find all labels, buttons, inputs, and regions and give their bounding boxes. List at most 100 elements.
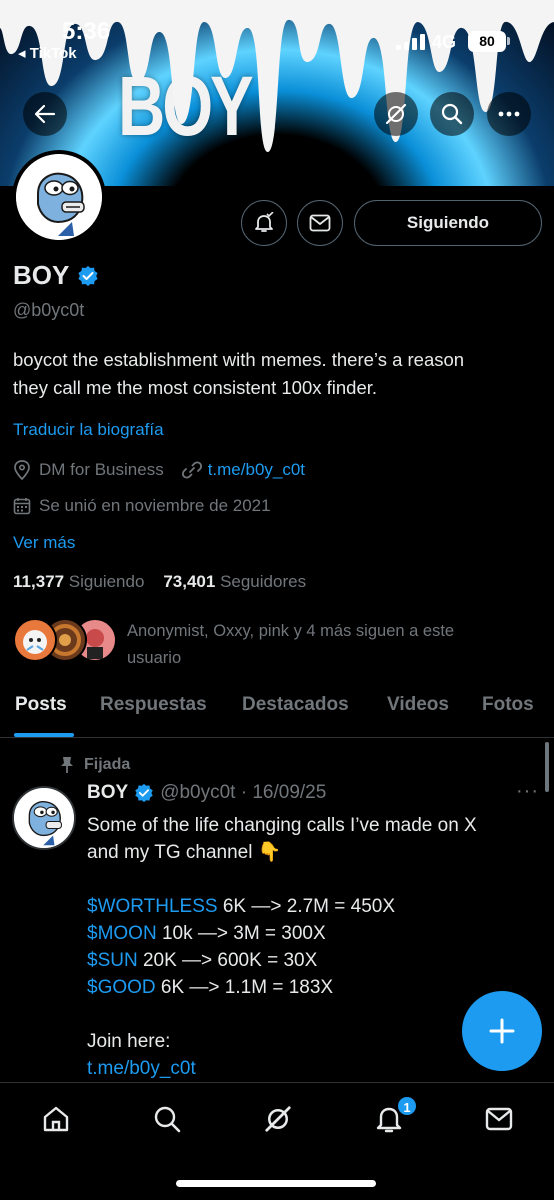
search-icon (154, 1106, 181, 1133)
tab-photos[interactable]: Fotos (482, 694, 534, 716)
post-more-button[interactable]: ··· (516, 780, 539, 803)
profile-bio: boycot the establishment with memes. the… (13, 346, 543, 402)
post-author-avatar[interactable] (12, 786, 76, 850)
follower-avatar-art (23, 630, 47, 654)
active-tab-indicator (14, 733, 74, 737)
profile-meta-row: DM for Business t.me/b0y_c0t (13, 460, 305, 480)
followed-by-row[interactable]: Anonymist, Oxxy, pink y 4 más siguen a e… (13, 618, 517, 672)
profile-website-link[interactable]: t.me/b0y_c0t (208, 460, 305, 480)
post-line: and my TG channel 👇 (87, 842, 282, 863)
profile-name: BOY (13, 260, 70, 290)
bio-line: they call me the most consistent 100x fi… (13, 377, 378, 398)
profile-handle: @b0yc0t (13, 300, 85, 320)
call-text: 20K —> 600K = 30X (137, 950, 318, 971)
profile-name-row: BOY (13, 260, 99, 291)
network-type: 4G (432, 32, 457, 52)
follow-counts: 11,377 Siguiendo 73,401 Seguidores (13, 572, 306, 592)
following-count-link[interactable]: 11,377 Siguiendo (13, 572, 144, 591)
pepe-avatar-icon (14, 788, 74, 848)
battery-indicator: 80 (468, 31, 506, 52)
followers-count: 73,401 (163, 572, 216, 591)
call-text: 6K —> 1.1M = 183X (155, 977, 334, 998)
envelope-icon (485, 1107, 513, 1131)
search-button[interactable] (430, 92, 474, 136)
post-call-line: $GOOD 6K —> 1.1M = 183X (87, 974, 527, 1001)
post-header: BOY @b0yc0t · 16/09/25 (87, 782, 326, 804)
cashtag-link[interactable]: $MOON (87, 923, 157, 944)
post-line: Join here: (87, 1031, 171, 1052)
post-text: Some of the life changing calls I’ve mad… (87, 812, 527, 1082)
pin-icon (61, 757, 73, 773)
tab-posts[interactable]: Posts (15, 694, 67, 716)
signal-icon (396, 34, 425, 50)
bell-check-icon (255, 212, 274, 232)
post-line: Some of the life changing calls I’ve mad… (87, 815, 477, 836)
nav-grok[interactable] (258, 1099, 298, 1139)
status-time: 5:36 (62, 18, 111, 45)
tab-replies[interactable]: Respuestas (100, 694, 207, 716)
profile-tabs: Posts Respuestas Destacados Videos Fotos (0, 684, 554, 738)
tab-videos[interactable]: Videos (387, 694, 449, 716)
verified-badge-icon (135, 783, 153, 803)
profile-joined-row: Se unió en noviembre de 2021 (13, 496, 271, 516)
cashtag-link[interactable]: $GOOD (87, 977, 156, 998)
grok-icon (385, 103, 407, 125)
status-bar: 5:36 ◂ TikTok 4G 80 (0, 0, 554, 70)
back-to-app-link[interactable]: ◂ TikTok (18, 44, 77, 62)
post-join-link[interactable]: t.me/b0y_c0t (87, 1055, 527, 1082)
location-pin-icon (14, 460, 30, 480)
post-blank-line (87, 1001, 527, 1028)
cashtag-link[interactable]: $WORTHLESS (87, 896, 218, 917)
grok-button[interactable] (374, 92, 418, 136)
back-button[interactable] (23, 92, 67, 136)
battery-tip (507, 37, 510, 45)
verified-badge-icon[interactable] (77, 265, 99, 287)
grok-icon (265, 1106, 291, 1132)
followed-by-text: Anonymist, Oxxy, pink y 4 más siguen a e… (127, 618, 517, 672)
home-icon (43, 1106, 69, 1132)
pepe-avatar-icon (16, 154, 102, 240)
more-options-button[interactable] (487, 92, 531, 136)
bio-line: boycot the establishment with memes. the… (13, 349, 465, 370)
follower-avatar (13, 618, 57, 662)
tab-highlights[interactable]: Destacados (242, 694, 349, 716)
following-label: Siguiendo (68, 572, 145, 591)
profile-avatar[interactable] (12, 150, 106, 244)
cashtag-link[interactable]: $SUN (87, 950, 138, 971)
nav-home[interactable] (36, 1099, 76, 1139)
envelope-icon (309, 214, 331, 232)
see-more-link[interactable]: Ver más (13, 533, 75, 553)
followed-by-line: usuario (127, 649, 182, 667)
post-call-line: $SUN 20K —> 600K = 30X (87, 947, 527, 974)
notifications-toggle-button[interactable] (241, 200, 287, 246)
followers-count-link[interactable]: 73,401 Seguidores (163, 572, 306, 591)
followed-by-line: Anonymist, Oxxy, pink y 4 más siguen a e… (127, 622, 455, 640)
post-handle-date: @b0yc0t · 16/09/25 (160, 782, 327, 803)
more-icon (498, 111, 520, 117)
search-icon (441, 103, 463, 125)
following-count: 11,377 (13, 572, 65, 591)
followers-label: Seguidores (220, 572, 307, 591)
following-button[interactable]: Siguiendo (354, 200, 542, 246)
nav-messages[interactable] (479, 1099, 519, 1139)
message-button[interactable] (297, 200, 343, 246)
post-blank-line (87, 866, 527, 893)
call-text: 10k —> 3M = 300X (156, 923, 326, 944)
arrow-left-icon (34, 104, 56, 124)
notification-count-badge: 1 (396, 1095, 418, 1117)
pinned-label-row: Fijada (60, 756, 130, 774)
pinned-label: Fijada (84, 756, 131, 773)
nav-search[interactable] (147, 1099, 187, 1139)
compose-post-button[interactable] (462, 991, 542, 1071)
post-call-line: $WORTHLESS 6K —> 2.7M = 450X (87, 893, 527, 920)
calendar-icon (13, 498, 31, 515)
plus-icon (489, 1018, 515, 1044)
home-indicator[interactable] (176, 1180, 376, 1187)
post-author-name[interactable]: BOY (87, 782, 128, 804)
profile-joined-date: Se unió en noviembre de 2021 (39, 496, 271, 515)
scrollbar-thumb[interactable] (545, 742, 549, 792)
call-text: 6K —> 2.7M = 450X (217, 896, 396, 917)
translate-bio-link[interactable]: Traducir la biografía (13, 420, 164, 440)
post-call-line: $MOON 10k —> 3M = 300X (87, 920, 527, 947)
profile-location: DM for Business (39, 460, 164, 479)
